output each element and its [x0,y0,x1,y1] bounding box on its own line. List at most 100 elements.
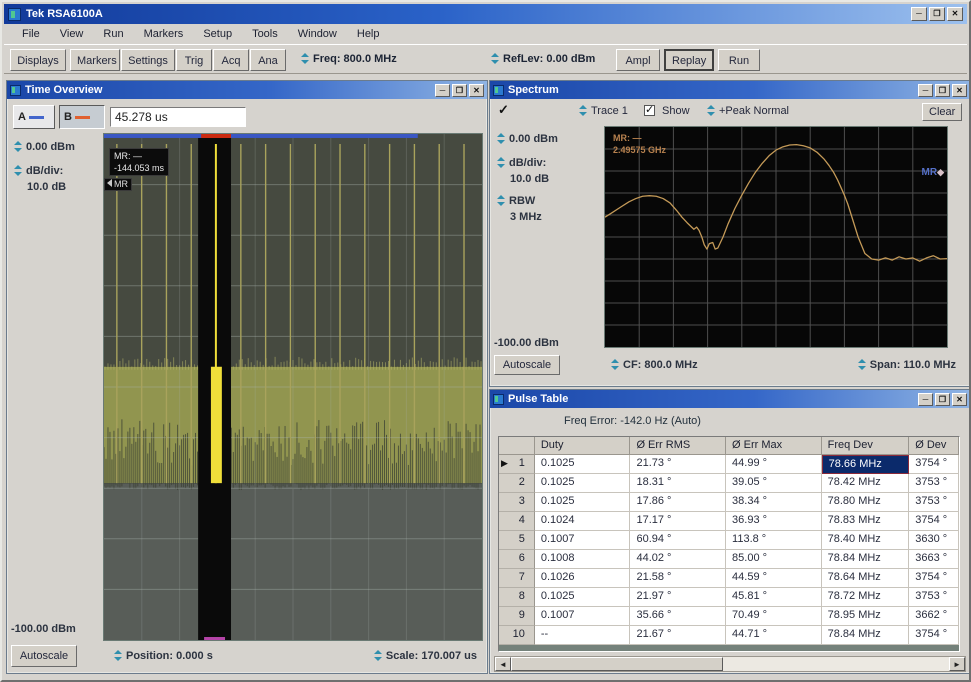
autoscale-button[interactable]: Autoscale [11,645,77,667]
table-cell[interactable]: 78.40 MHz [821,531,910,550]
table-cell[interactable]: 78.95 MHz [821,607,910,626]
table-cell[interactable]: 3754 ° [909,512,959,531]
table-cell[interactable]: 21.73 ° [630,455,727,474]
top-dbm-readout[interactable]: 0.00 dBm [13,141,75,153]
maximize-icon[interactable]: ❐ [935,83,950,97]
ampl-button[interactable]: Ampl [616,49,660,71]
menu-setup[interactable]: Setup [193,26,242,42]
trace-a-button[interactable]: A [13,105,55,129]
scroll-left-icon[interactable]: ◄ [495,657,511,671]
scrollbar-thumb[interactable] [511,657,723,671]
menu-markers[interactable]: Markers [134,26,194,42]
table-cell[interactable]: 78.42 MHz [821,474,910,493]
freq-stepper-icon[interactable] [300,53,309,64]
trace-enabled-check-icon[interactable]: ✓ [498,102,509,118]
table-cell[interactable]: 78.72 MHz [821,588,910,607]
table-cell[interactable]: 60.94 ° [630,531,727,550]
table-cell[interactable]: 3663 ° [909,550,959,569]
cf-readout[interactable]: CF: 800.0 MHz [610,359,698,371]
trace-selector-icon[interactable] [578,105,587,116]
menu-help[interactable]: Help [347,26,390,42]
reflev-readout[interactable]: RefLev: 0.00 dBm [490,53,595,65]
table-cell[interactable]: 70.49 ° [726,607,822,626]
table-cell[interactable]: 39.05 ° [726,474,822,493]
row-number[interactable]: 3 [499,493,535,512]
menu-window[interactable]: Window [288,26,347,42]
minimize-icon[interactable]: ─ [918,392,933,406]
column-header[interactable]: Ø Err RMS [630,437,727,455]
table-cell[interactable]: 78.80 MHz [821,493,910,512]
table-cell[interactable]: 0.1026 [534,569,631,588]
top-dbm-stepper-icon[interactable] [496,133,505,144]
table-cell[interactable]: 3630 ° [909,531,959,550]
span-stepper-icon[interactable] [857,359,866,370]
table-cell[interactable]: 3753 ° [909,588,959,607]
table-cell[interactable]: 3754 ° [909,455,959,474]
minimize-icon[interactable]: ─ [435,83,450,97]
table-cell[interactable]: 21.97 ° [630,588,727,607]
analysis-length-input[interactable] [110,107,246,127]
main-titlebar[interactable]: Tek RSA6100A ─ ❐ ✕ [4,4,967,24]
table-cell[interactable]: 17.17 ° [630,512,727,531]
table-cell[interactable]: 0.1025 [534,474,631,493]
top-dbm-readout[interactable]: 0.00 dBm [496,133,558,145]
scale-stepper-icon[interactable] [373,650,382,661]
minimize-icon[interactable]: ─ [918,83,933,97]
table-row[interactable]: 2 0.1025 18.31 ° 39.05 ° 78.42 MHz 3753 ° [499,474,959,493]
menu-tools[interactable]: Tools [242,26,288,42]
detector-selector[interactable]: +Peak Normal [706,105,789,117]
maximize-icon[interactable]: ❐ [929,7,945,21]
table-cell[interactable]: 35.66 ° [630,607,727,626]
table-cell[interactable]: 3753 ° [909,474,959,493]
cf-stepper-icon[interactable] [610,359,619,370]
table-row[interactable]: 10 -- 21.67 ° 44.71 ° 78.84 MHz 3754 ° [499,626,959,645]
table-cell[interactable]: -- [534,626,631,645]
table-cell[interactable]: 17.86 ° [630,493,727,512]
close-icon[interactable]: ✕ [952,83,967,97]
table-cell[interactable]: 0.1025 [534,588,631,607]
acq-button[interactable]: Acq [213,49,249,71]
scroll-right-icon[interactable]: ► [949,657,965,671]
marker-mr-tag[interactable]: MR◆ [922,167,944,178]
menu-run[interactable]: Run [93,26,133,42]
row-number[interactable]: 4 [499,512,535,531]
freq-readout[interactable]: Freq: 800.0 MHz [300,53,397,65]
table-cell[interactable]: 44.71 ° [726,626,822,645]
table-cell[interactable]: 18.31 ° [630,474,727,493]
column-header[interactable]: Duty [534,437,631,455]
horizontal-scrollbar[interactable]: ◄ ► [494,656,966,672]
row-number[interactable]: 2 [499,474,535,493]
clear-button[interactable]: Clear [922,103,962,121]
pulse-table[interactable]: Duty Ø Err RMS Ø Err Max Freq Dev Ø Dev 1 ▶ 0.… [498,436,960,652]
scale-readout[interactable]: Scale: 170.007 us [373,650,477,662]
table-cell[interactable]: 45.81 ° [726,588,822,607]
autoscale-button[interactable]: Autoscale [494,355,560,375]
reflev-stepper-icon[interactable] [490,53,499,64]
table-row[interactable]: 9 0.1007 35.66 ° 70.49 ° 78.95 MHz 3662 ° [499,607,959,626]
table-row[interactable]: 6 0.1008 44.02 ° 85.00 ° 78.84 MHz 3663 ° [499,550,959,569]
column-header[interactable]: Freq Dev [821,437,910,455]
table-row[interactable]: 1 ▶ 0.1025 21.73 ° 44.99 ° 78.66 MHz 3754 ° [499,455,959,474]
markers-button[interactable]: Markers [70,49,120,71]
time-overview-chart[interactable]: MR: — -144.053 ms MR [103,133,483,641]
table-cell[interactable]: 21.67 ° [630,626,727,645]
table-cell[interactable]: 44.59 ° [726,569,822,588]
table-cell[interactable]: 36.93 ° [726,512,822,531]
top-dbm-stepper-icon[interactable] [13,141,22,152]
time-overview-titlebar[interactable]: Time Overview ─ ❐ ✕ [7,81,487,99]
close-icon[interactable]: ✕ [952,392,967,406]
close-icon[interactable]: ✕ [469,83,484,97]
spectrum-titlebar[interactable]: Spectrum ─ ❐ ✕ [490,81,969,99]
table-cell[interactable]: 78.83 MHz [821,512,910,531]
settings-button[interactable]: Settings [121,49,175,71]
table-cell[interactable]: 78.84 MHz [821,626,910,645]
table-cell[interactable]: 78.84 MHz [821,550,910,569]
column-header[interactable]: Ø Dev [909,437,959,455]
scrollbar-track[interactable] [723,657,949,671]
displays-button[interactable]: Displays [10,49,66,71]
table-cell[interactable]: 0.1024 [534,512,631,531]
dbdiv-readout[interactable]: dB/div: [13,165,63,177]
table-cell[interactable]: 78.64 MHz [821,569,910,588]
table-row[interactable]: 5 0.1007 60.94 ° 113.8 ° 78.40 MHz 3630 ° [499,531,959,550]
close-icon[interactable]: ✕ [947,7,963,21]
